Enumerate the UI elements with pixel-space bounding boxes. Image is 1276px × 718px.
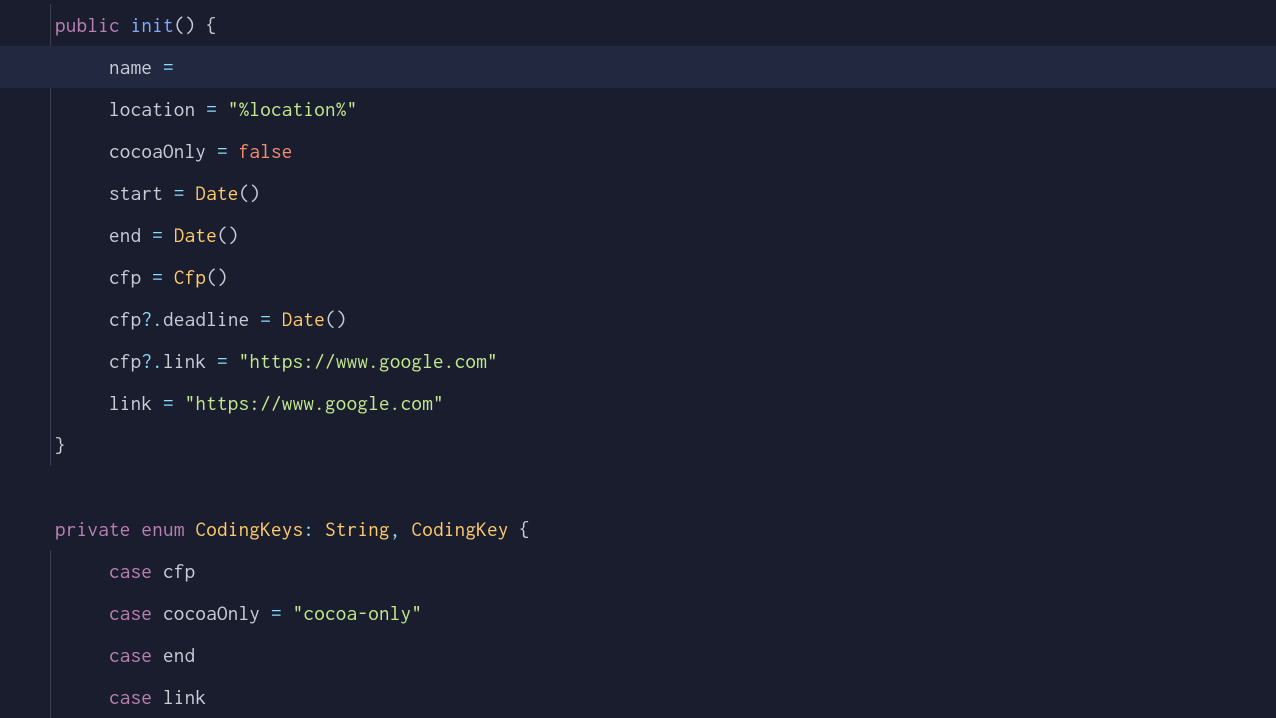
code-line[interactable]: cfp?.link = "https://www.google.com" xyxy=(55,340,1276,382)
identifier: cfp xyxy=(152,560,195,582)
operator: = xyxy=(141,224,173,246)
operator: = xyxy=(152,392,184,414)
brace: { xyxy=(509,518,531,540)
code-line[interactable]: end = Date() xyxy=(55,214,1276,256)
identifier: end xyxy=(152,644,195,666)
type-name: CodingKeys xyxy=(195,518,303,540)
code-line[interactable]: private enum CodingKeys: String, CodingK… xyxy=(55,508,1276,550)
boolean-literal: false xyxy=(239,140,293,162)
code-line-empty[interactable] xyxy=(55,466,1276,508)
code-line[interactable]: cfp = Cfp() xyxy=(55,256,1276,298)
operator: = xyxy=(249,308,281,330)
parens: () xyxy=(174,14,196,36)
keyword-private: private xyxy=(55,518,131,540)
code-line[interactable]: case link xyxy=(55,676,1276,718)
type-name: Cfp xyxy=(174,266,206,288)
brace: { xyxy=(195,14,217,36)
property: link xyxy=(109,392,152,414)
property: end xyxy=(109,224,141,246)
code-editor[interactable]: public init() { name = location = "%loca… xyxy=(0,0,1276,718)
keyword-public: public xyxy=(55,14,120,36)
function-name: init xyxy=(131,14,174,36)
code-line[interactable]: link = "https://www.google.com" xyxy=(55,382,1276,424)
parens: () xyxy=(239,182,261,204)
operator: = xyxy=(195,98,227,120)
operator: = xyxy=(206,140,238,162)
code-line[interactable]: start = Date() xyxy=(55,172,1276,214)
string-literal: "https://www.google.com" xyxy=(185,392,444,414)
optional-chain: ?. xyxy=(141,308,163,330)
keyword-case: case xyxy=(109,602,152,624)
keyword-case: case xyxy=(109,686,152,708)
space xyxy=(185,518,196,540)
code-area[interactable]: public init() { name = location = "%loca… xyxy=(55,4,1276,718)
code-line[interactable]: case end xyxy=(55,634,1276,676)
space xyxy=(120,14,131,36)
property: location xyxy=(109,98,195,120)
identifier: cocoaOnly xyxy=(152,602,260,624)
property: cfp xyxy=(109,266,141,288)
code-line[interactable]: cfp?.deadline = Date() xyxy=(55,298,1276,340)
colon: : xyxy=(303,518,325,540)
code-line-active[interactable]: name = xyxy=(0,46,1276,88)
code-line[interactable]: case cfp xyxy=(55,550,1276,592)
identifier: link xyxy=(152,686,206,708)
code-line[interactable]: public init() { xyxy=(55,4,1276,46)
property: deadline xyxy=(163,308,249,330)
property: cfp xyxy=(109,350,141,372)
parens: () xyxy=(206,266,228,288)
string-literal: "cocoa-only" xyxy=(293,602,423,624)
string-literal: "https://www.google.com" xyxy=(239,350,498,372)
parens: () xyxy=(325,308,347,330)
brace: } xyxy=(55,434,66,456)
code-line[interactable]: case cocoaOnly = "cocoa-only" xyxy=(55,592,1276,634)
type-name: Date xyxy=(174,224,217,246)
parens: () xyxy=(217,224,239,246)
string-literal: "%location%" xyxy=(228,98,358,120)
type-name: CodingKey xyxy=(411,518,508,540)
property: cocoaOnly xyxy=(109,140,206,162)
code-line[interactable]: cocoaOnly = false xyxy=(55,130,1276,172)
keyword-case: case xyxy=(109,644,152,666)
operator: = xyxy=(141,266,173,288)
comma: , xyxy=(390,518,412,540)
indent-guide xyxy=(50,550,51,718)
keyword-enum: enum xyxy=(141,518,184,540)
operator: = xyxy=(152,56,184,78)
space xyxy=(131,518,142,540)
optional-chain: ?. xyxy=(141,350,163,372)
type-name: Date xyxy=(282,308,325,330)
property: name xyxy=(109,56,152,78)
operator: = xyxy=(260,602,292,624)
type-name: String xyxy=(325,518,390,540)
operator: = xyxy=(163,182,195,204)
operator: = xyxy=(206,350,238,372)
property: link xyxy=(163,350,206,372)
type-name: Date xyxy=(195,182,238,204)
code-line[interactable]: } xyxy=(55,424,1276,466)
property: cfp xyxy=(109,308,141,330)
property: start xyxy=(109,182,163,204)
code-line[interactable]: location = "%location%" xyxy=(55,88,1276,130)
keyword-case: case xyxy=(109,560,152,582)
